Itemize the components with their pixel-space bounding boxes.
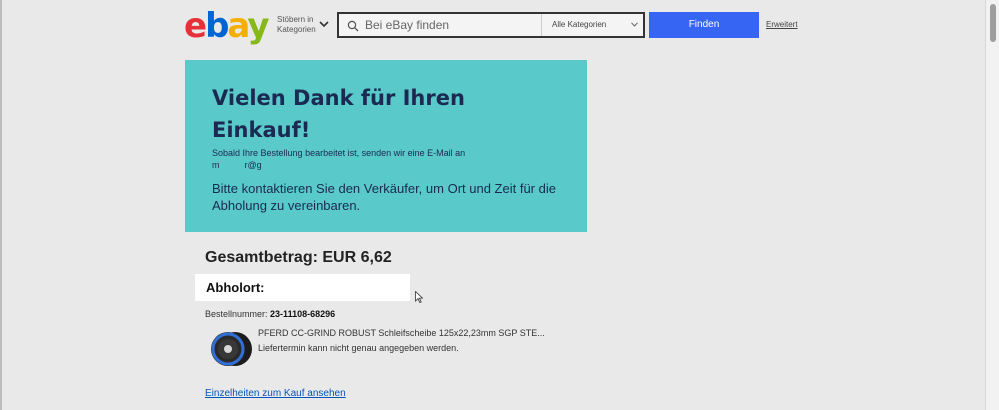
order-number-line: Bestellnummer: 23-11108-68296: [205, 309, 335, 319]
window-frame-left: [0, 0, 2, 410]
category-select[interactable]: Alle Kategorien: [541, 14, 646, 36]
pickup-location-box: Abholort:: [195, 274, 410, 301]
logo-letter-y: y: [247, 6, 269, 46]
advanced-search-link[interactable]: Erweitert: [766, 20, 798, 29]
find-button[interactable]: Finden: [649, 12, 759, 38]
order-number-value: 23-11108-68296: [270, 309, 336, 319]
order-number-label: Bestellnummer:: [205, 309, 268, 319]
order-total: Gesamtbetrag: EUR 6,62: [205, 249, 392, 266]
mouse-cursor-icon: [415, 291, 423, 303]
logo-letter-b: b: [205, 6, 229, 46]
category-select-value: Alle Kategorien: [552, 20, 607, 29]
browse-label-line1: Stöbern in: [277, 15, 314, 24]
delivery-note: Liefertermin kann nicht genau angegeben …: [258, 343, 459, 353]
search-bar: Alle Kategorien: [337, 12, 645, 38]
product-thumbnail[interactable]: [205, 331, 253, 367]
chevron-down-icon: [631, 22, 638, 27]
search-icon: [347, 20, 359, 32]
product-title[interactable]: PFERD CC-GRIND ROBUST Schleifscheibe 125…: [258, 328, 545, 338]
masked-email: m r@g: [212, 160, 262, 170]
view-purchase-details-link[interactable]: Einzelheiten zum Kauf ansehen: [205, 388, 346, 399]
browse-label-line2: Kategorien: [277, 25, 316, 34]
logo-letter-a: a: [227, 6, 249, 46]
pickup-location-label: Abholort:: [206, 280, 265, 295]
thank-you-banner: Vielen Dank für Ihren Einkauf! Sobald Ih…: [185, 60, 587, 232]
thank-you-title: Vielen Dank für Ihren Einkauf!: [212, 86, 465, 142]
email-notice-text: Sobald Ihre Bestellung bearbeitet ist, s…: [212, 148, 466, 158]
contact-seller-notice: Bitte kontaktieren Sie den Verkäufer, um…: [212, 181, 556, 213]
logo-letter-e: e: [184, 6, 207, 46]
browse-categories-button[interactable]: Stöbern in Kategorien: [277, 15, 316, 35]
search-input[interactable]: [365, 17, 535, 33]
ebay-logo[interactable]: ebay: [184, 6, 270, 46]
vertical-scrollbar[interactable]: [985, 0, 999, 410]
chevron-down-icon[interactable]: [319, 20, 329, 28]
scrollbar-thumb[interactable]: [990, 4, 996, 42]
email-notice: Sobald Ihre Bestellung bearbeitet ist, s…: [212, 147, 572, 171]
